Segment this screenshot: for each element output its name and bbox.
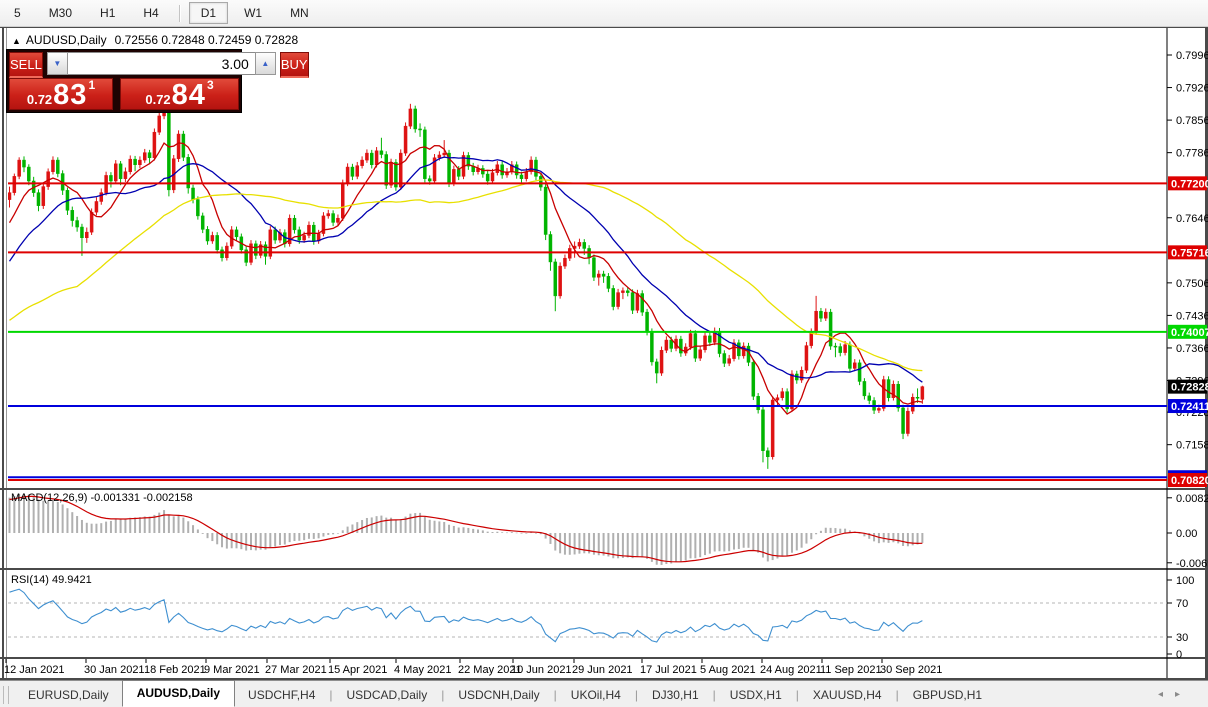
tab-dj30-h1[interactable]: DJ30,H1 <box>639 684 712 706</box>
sell-button[interactable]: SELL <box>9 52 43 78</box>
volume-input[interactable] <box>67 52 255 75</box>
mt4-window: 5 M30 H1 H4 D1 W1 MN 12 Jan 2021 30 Jan 2021 18 … <box>0 0 1208 707</box>
svg-text:5 Aug 2021: 5 Aug 2021 <box>700 664 756 676</box>
tab-usdcad-daily[interactable]: USDCAD,Daily <box>334 684 441 706</box>
svg-text:0.74360: 0.74360 <box>1176 310 1208 322</box>
svg-text:0.73660: 0.73660 <box>1176 343 1208 355</box>
tab-eurusd-daily[interactable]: EURUSD,Daily <box>15 684 122 706</box>
chart-ohlc-values: 0.72556 0.72848 0.72459 0.72828 <box>114 33 299 47</box>
one-click-collapse-icon[interactable]: ▲ <box>12 36 21 46</box>
svg-text:0.77200: 0.77200 <box>1171 178 1208 190</box>
svg-text:0.72828: 0.72828 <box>1171 382 1208 394</box>
macd-name: MACD(12,26,9) <box>11 492 88 504</box>
tabs-scroll-arrows[interactable]: ◂▸ <box>1158 689 1192 700</box>
svg-text:100: 100 <box>1176 575 1194 587</box>
sell-price-sup: 1 <box>88 78 96 92</box>
one-click-trading-panel: SELL ▼ ▲ BUY 0.72 83 1 0.72 84 3 <box>6 49 309 113</box>
buy-price-big: 84 <box>171 79 206 111</box>
tab-usdchf-h4[interactable]: USDCHF,H4 <box>235 684 328 706</box>
macd-indicator-label: MACD(12,26,9) -0.001331 -0.002158 <box>11 492 193 504</box>
rsi-indicator-label: RSI(14) 49.9421 <box>11 574 92 586</box>
buy-price-sup: 3 <box>206 78 214 92</box>
ma-mid-line <box>8 156 923 383</box>
svg-text:29 Jun 2021: 29 Jun 2021 <box>572 664 633 676</box>
svg-text:0.72411: 0.72411 <box>1171 401 1208 413</box>
svg-text:17 Jul 2021: 17 Jul 2021 <box>640 664 697 676</box>
sell-price-big: 83 <box>53 79 88 111</box>
timeframe-button-5[interactable]: 5 <box>2 2 33 24</box>
tab-usdx-h1[interactable]: USDX,H1 <box>717 684 795 706</box>
chart-title: AUDUSD,Daily <box>25 33 107 47</box>
svg-text:0.75060: 0.75060 <box>1176 278 1208 290</box>
rsi-level-lines <box>8 602 1167 638</box>
tab-audusd-daily[interactable]: AUDUSD,Daily <box>121 680 236 707</box>
svg-text:-0.006983: -0.006983 <box>1176 558 1208 570</box>
buy-price-prefix: 0.72 <box>145 92 171 107</box>
svg-text:11 Sep 2021: 11 Sep 2021 <box>820 664 882 676</box>
tabbar-left-notch <box>3 685 9 704</box>
macd-signal-line <box>9 495 923 563</box>
svg-text:10 Jun 2021: 10 Jun 2021 <box>511 664 572 676</box>
svg-text:12 Jan 2021: 12 Jan 2021 <box>4 664 65 676</box>
macd-values: -0.001331 -0.002158 <box>90 492 193 504</box>
window-frame <box>0 26 1208 680</box>
svg-text:0.75716: 0.75716 <box>1171 247 1208 259</box>
timeframe-button-d1[interactable]: D1 <box>188 2 229 24</box>
horizontal-lines-layer <box>8 182 1167 482</box>
svg-text:30 Jan 2021: 30 Jan 2021 <box>84 664 145 676</box>
timeframe-toolbar: 5 M30 H1 H4 D1 W1 MN <box>0 0 1208 27</box>
tab-xauusd-h4[interactable]: XAUUSD,H4 <box>800 684 895 706</box>
volume-increase-icon[interactable]: ▲ <box>254 52 276 75</box>
buy-price[interactable]: 0.72 84 3 <box>120 78 239 110</box>
svg-text:0.70820: 0.70820 <box>1171 475 1208 487</box>
rsi-line <box>9 588 923 643</box>
ma-slow-line <box>9 179 923 372</box>
svg-text:0.78560: 0.78560 <box>1176 115 1208 127</box>
svg-text:9 Mar 2021: 9 Mar 2021 <box>204 664 260 676</box>
volume-decrease-icon[interactable]: ▼ <box>46 52 68 75</box>
svg-text:30 Sep 2021: 30 Sep 2021 <box>880 664 942 676</box>
timeframe-button-h1[interactable]: H1 <box>88 2 127 24</box>
svg-text:27 Mar 2021: 27 Mar 2021 <box>265 664 327 676</box>
timeframe-button-m30[interactable]: M30 <box>37 2 84 24</box>
svg-text:0.76460: 0.76460 <box>1176 213 1208 225</box>
svg-text:0.71580: 0.71580 <box>1176 440 1208 452</box>
current-price-label: 0.72828 <box>1168 379 1208 394</box>
sell-price-prefix: 0.72 <box>26 92 53 107</box>
timeframe-button-h4[interactable]: H4 <box>131 2 170 24</box>
svg-text:0: 0 <box>1176 649 1182 661</box>
timeframe-button-w1[interactable]: W1 <box>232 2 274 24</box>
macd-layer <box>8 493 924 565</box>
svg-text:0.008253: 0.008253 <box>1176 493 1208 505</box>
tab-ukoil-h4[interactable]: UKOil,H4 <box>558 684 634 706</box>
toolbar-separator <box>178 4 181 22</box>
chart-tabs-bar: EURUSD,Daily AUDUSD,Daily USDCHF,H4 | USDCAD… <box>0 680 1208 707</box>
svg-text:0.00: 0.00 <box>1176 528 1197 540</box>
svg-text:0.77860: 0.77860 <box>1176 148 1208 160</box>
svg-text:0.74007: 0.74007 <box>1171 327 1208 339</box>
tab-usdcnh-daily[interactable]: USDCNH,Daily <box>445 684 552 706</box>
svg-text:18 Feb 2021: 18 Feb 2021 <box>144 664 206 676</box>
rsi-name: RSI(14) <box>11 574 49 586</box>
svg-text:24 Aug 2021: 24 Aug 2021 <box>760 664 822 676</box>
svg-text:0.79260: 0.79260 <box>1176 83 1208 95</box>
rsi-value: 49.9421 <box>51 574 92 586</box>
svg-text:30: 30 <box>1176 632 1188 644</box>
volume-stepper: ▼ ▲ <box>46 52 276 75</box>
sell-price[interactable]: 0.72 83 1 <box>9 78 113 110</box>
svg-text:15 Apr 2021: 15 Apr 2021 <box>328 664 387 676</box>
timeframe-button-mn[interactable]: MN <box>278 2 321 24</box>
svg-text:4 May 2021: 4 May 2021 <box>394 664 451 676</box>
rsi-layer <box>9 588 923 643</box>
svg-text:70: 70 <box>1176 598 1188 610</box>
svg-text:0.79960: 0.79960 <box>1176 50 1208 62</box>
chart-header: ▲ AUDUSD,Daily 0.72556 0.72848 0.72459 0.7… <box>12 33 298 47</box>
date-axis[interactable]: 12 Jan 2021 30 Jan 2021 18 Feb 20219 Mar 2… <box>4 659 942 676</box>
buy-button[interactable]: BUY <box>279 52 309 78</box>
tab-gbpusd-h1[interactable]: GBPUSD,H1 <box>900 684 995 706</box>
